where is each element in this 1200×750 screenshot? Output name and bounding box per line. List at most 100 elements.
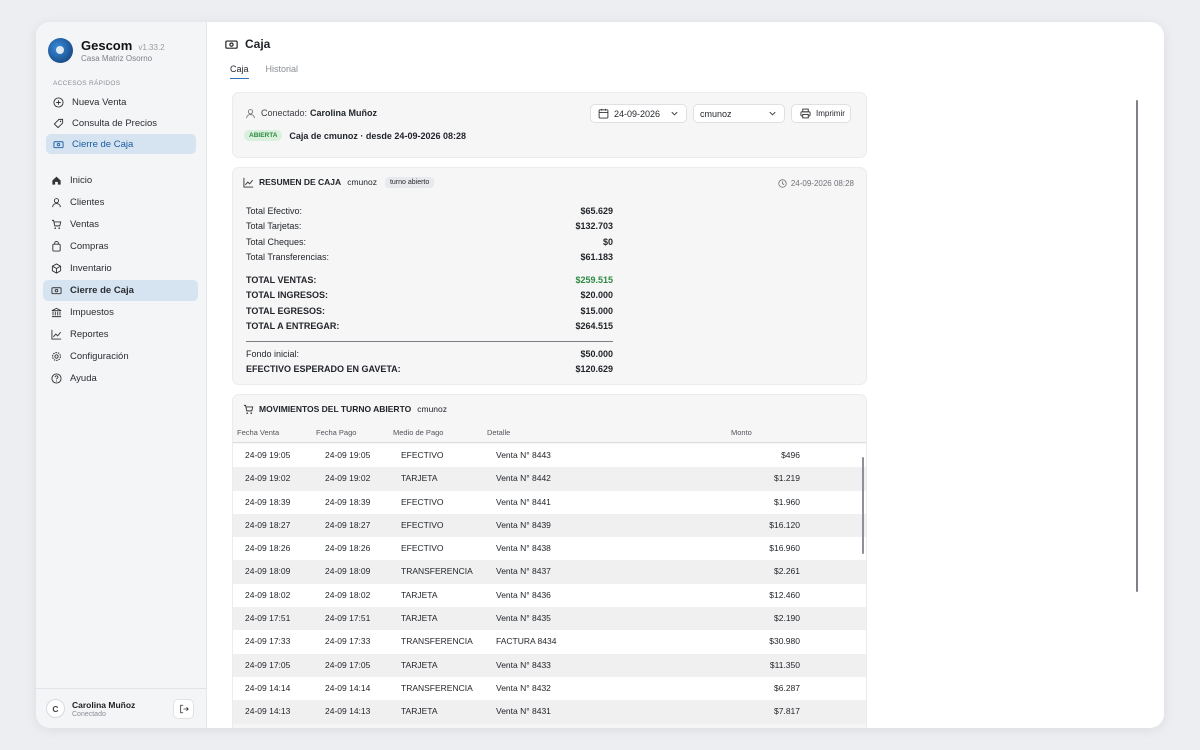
fecha-venta-cell: 24-09 18:02 — [245, 589, 291, 600]
nav-item-label: Ventas — [70, 219, 100, 230]
nav-item-inventario[interactable]: Inventario — [43, 258, 198, 279]
page-scrollbar[interactable] — [1136, 100, 1138, 592]
gear-icon — [50, 351, 62, 363]
table-row[interactable]: 24-09 17:51 24-09 17:51 TARJETA Venta N° 84… — [233, 607, 866, 631]
table-row[interactable]: 24-09 18:09 24-09 18:09 TRANSFERENCIA Venta… — [233, 560, 866, 584]
monto-cell: $6.287 — [774, 682, 800, 693]
bank-icon — [50, 307, 62, 319]
quick-access-label: ACCESOS RÁPIDOS — [53, 80, 121, 87]
bag-icon — [50, 241, 62, 253]
user-select[interactable]: cmunoz — [693, 104, 785, 123]
quick-item-label: Nueva Venta — [72, 96, 127, 108]
fecha-venta-cell: 24-09 18:39 — [245, 496, 291, 507]
table-row[interactable]: 24-09 17:05 24-09 17:05 TARJETA Venta N° 84… — [233, 653, 866, 677]
user-icon — [244, 107, 256, 119]
movements-table-body: 24-09 19:05 24-09 19:05 EFECTIVO Venta N° 8… — [233, 444, 866, 724]
status-badge: ABIERTA — [244, 130, 283, 141]
nav-item-reportes[interactable]: Reportes — [43, 324, 198, 345]
app-window: Gescom v1.33.2 Casa Matriz Osorno ACCESO… — [36, 22, 1164, 728]
summary-label: Total Tarjetas: — [246, 221, 302, 232]
detalle-cell: Venta N° 8435 — [496, 613, 551, 624]
chart-icon — [50, 329, 62, 341]
quick-access-list: Nueva Venta Consulta de Precios Cierre d… — [46, 92, 196, 155]
column-header[interactable]: Fecha Venta — [237, 428, 279, 437]
nav-item-ayuda[interactable]: Ayuda — [43, 368, 198, 389]
status-line: ABIERTA Caja de cmunoz · desde 24-09-202… — [244, 130, 466, 141]
table-row[interactable]: 24-09 18:27 24-09 18:27 EFECTIVO Venta N° 8… — [233, 513, 866, 538]
table-row[interactable]: 24-09 17:33 24-09 17:33 TRANSFERENCIA FACTU… — [233, 630, 866, 654]
user-status: Conectado — [72, 710, 106, 718]
table-row[interactable]: 24-09 14:13 24-09 14:13 TARJETA Venta N° 84… — [233, 700, 866, 724]
detalle-cell: Venta N° 8437 — [496, 566, 551, 577]
logout-button[interactable] — [173, 699, 194, 719]
branch-name: Casa Matriz Osorno — [81, 54, 153, 63]
tab-caja[interactable]: Caja — [230, 64, 249, 79]
summary-value: $264.515 — [575, 321, 613, 332]
nav-item-clientes[interactable]: Clientes — [43, 192, 198, 213]
column-header[interactable]: Detalle — [487, 428, 510, 437]
table-row[interactable]: 24-09 19:02 24-09 19:02 TARJETA Venta N° 84… — [233, 467, 866, 491]
summary-timestamp: 24-09-2026 08:28 — [778, 177, 854, 189]
detalle-cell: FACTURA 8434 — [496, 636, 557, 647]
cash-icon — [52, 138, 64, 150]
shift-chip: turno abierto — [384, 176, 435, 188]
nav-item-impuestos[interactable]: Impuestos — [43, 302, 198, 323]
summary-label: Total Efectivo: — [246, 205, 303, 216]
clock-icon — [778, 177, 788, 189]
summary-value: $132.703 — [575, 221, 613, 232]
summary-row-esperado: EFECTIVO ESPERADO EN GAVETA: $120.629 — [246, 362, 613, 378]
table-row[interactable]: 24-09 18:26 24-09 18:26 EFECTIVO Venta N° 8… — [233, 537, 866, 561]
table-row[interactable]: 24-09 18:39 24-09 18:39 EFECTIVO Venta N° 8… — [233, 490, 866, 514]
summary-table: Total Efectivo: $65.629 Total Tarjetas: … — [246, 203, 613, 377]
nav-item-compras[interactable]: Compras — [43, 236, 198, 257]
summary-label: TOTAL INGRESOS: — [246, 290, 329, 301]
fecha-venta-cell: 24-09 14:13 — [245, 706, 291, 717]
nav-item-configuracion[interactable]: Configuración — [43, 346, 198, 367]
tab-historial[interactable]: Historial — [266, 64, 299, 79]
nav-item-ventas[interactable]: Ventas — [43, 214, 198, 235]
fecha-pago-cell: 24-09 19:02 — [325, 473, 371, 484]
quick-item-nueva-venta[interactable]: Nueva Venta — [46, 92, 196, 112]
monto-cell: $1.960 — [774, 496, 800, 507]
column-header[interactable]: Monto — [731, 428, 752, 437]
nav-item-cierre-caja[interactable]: Cierre de Caja — [43, 280, 198, 301]
summary-row-total-ingresos: TOTAL INGRESOS: $20.000 — [246, 288, 613, 304]
print-button[interactable]: Imprimir — [791, 104, 851, 123]
medio-pago-cell: EFECTIVO — [401, 496, 444, 507]
chevron-down-icon — [670, 109, 679, 120]
plus-circle-icon — [52, 96, 64, 108]
quick-item-consulta-precios[interactable]: Consulta de Precios — [46, 113, 196, 133]
summary-label: TOTAL VENTAS: — [246, 274, 317, 285]
column-header[interactable]: Medio de Pago — [393, 428, 443, 437]
fecha-venta-cell: 24-09 17:33 — [245, 636, 291, 647]
summary-value: $0 — [602, 236, 613, 247]
summary-label: Total Cheques: — [246, 236, 307, 247]
trend-icon — [242, 176, 254, 188]
nav-item-inicio[interactable]: Inicio — [43, 170, 198, 191]
fecha-venta-cell: 24-09 18:09 — [245, 566, 291, 577]
calendar-icon — [597, 108, 609, 120]
nav-item-label: Ayuda — [70, 373, 97, 384]
logout-icon — [179, 704, 189, 714]
table-row[interactable]: 24-09 19:05 24-09 19:05 EFECTIVO Venta N° 8… — [233, 444, 866, 468]
table-header: Fecha Venta Fecha Pago Medio de Pago Det… — [233, 425, 866, 443]
medio-pago-cell: TRANSFERENCIA — [401, 566, 473, 577]
medio-pago-cell: EFECTIVO — [401, 543, 444, 554]
user-footer: C Carolina Muñoz Conectado — [36, 688, 207, 728]
nav-item-label: Reportes — [70, 329, 109, 340]
detalle-cell: Venta N° 8441 — [496, 496, 551, 507]
monto-cell: $1.219 — [774, 473, 800, 484]
summary-card: RESUMEN DE CAJA cmunoz turno abierto 24-… — [232, 167, 867, 385]
date-picker[interactable]: 24-09-2026 — [590, 104, 687, 123]
detalle-cell: Venta N° 8439 — [496, 519, 551, 530]
table-scrollbar[interactable] — [862, 457, 864, 554]
app-logo — [48, 38, 73, 63]
user-icon — [50, 197, 62, 209]
column-header[interactable]: Fecha Pago — [316, 428, 356, 437]
summary-divider — [246, 341, 613, 342]
summary-label: TOTAL A ENTREGAR: — [246, 321, 340, 332]
table-row[interactable]: 24-09 14:14 24-09 14:14 TRANSFERENCIA Venta… — [233, 676, 866, 701]
quick-item-cierre-caja[interactable]: Cierre de Caja — [46, 134, 196, 154]
table-row[interactable]: 24-09 18:02 24-09 18:02 TARJETA Venta N° 84… — [233, 583, 866, 608]
cart-icon — [50, 219, 62, 231]
